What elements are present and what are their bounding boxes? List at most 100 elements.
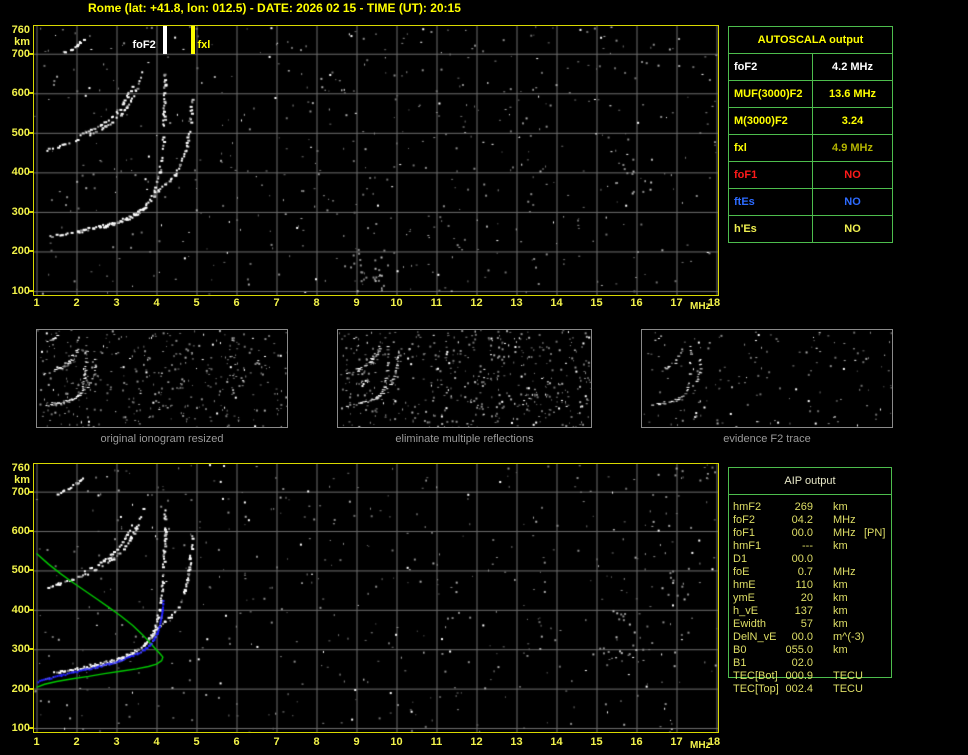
aip-row-d1: D1 00.0 bbox=[733, 553, 893, 566]
x-tick-label: 14 bbox=[550, 297, 563, 309]
x-tick-label: 15 bbox=[590, 297, 603, 309]
aip-param-value: 137 bbox=[794, 605, 813, 617]
y-tick-label: 700 bbox=[11, 485, 30, 498]
aip-param-extra: [PN] bbox=[864, 527, 886, 539]
y-axis-tick bbox=[29, 131, 33, 134]
aip-param-value: 269 bbox=[794, 501, 813, 513]
autoscala-param-label: h'Es bbox=[729, 216, 813, 242]
aip-param-value: 00.0 bbox=[791, 631, 813, 643]
x-tick-label: 11 bbox=[430, 736, 443, 748]
y-axis-tick bbox=[29, 687, 33, 690]
aip-row-hmf1: hmF1 --- km bbox=[733, 540, 893, 553]
y-axis-unit-label: km bbox=[14, 473, 30, 486]
aip-param-label: B0 bbox=[733, 644, 747, 656]
autoscala-row-fof2: foF2 4.2 MHz bbox=[729, 54, 892, 81]
y-tick-label: 300 bbox=[11, 205, 30, 218]
thumbnail-caption-evidence: evidence F2 trace bbox=[723, 433, 811, 445]
x-tick-label: 7 bbox=[273, 736, 280, 748]
aip-param-value: 00.0 bbox=[791, 527, 813, 539]
aip-param-value: --- bbox=[802, 540, 813, 552]
autoscala-param-value: 4.2 MHz bbox=[832, 61, 873, 73]
aip-param-unit: km bbox=[833, 605, 848, 617]
autoscala-param-value: 3.24 bbox=[841, 115, 864, 127]
aip-param-unit: km bbox=[833, 501, 848, 513]
y-tick-label: 200 bbox=[11, 682, 30, 695]
aip-param-label: Ewidth bbox=[733, 618, 767, 630]
aip-param-label: hmF2 bbox=[733, 501, 762, 513]
x-tick-label: 3 bbox=[113, 736, 120, 748]
top-ionogram-plot: foF2 fxl bbox=[33, 25, 719, 296]
autoscala-param-label: foF1 bbox=[729, 162, 813, 188]
x-tick-label: 6 bbox=[233, 297, 240, 309]
aip-param-unit: km bbox=[833, 579, 848, 591]
x-axis-unit-label: MHz bbox=[690, 301, 711, 312]
aip-param-unit: MHz bbox=[833, 527, 856, 539]
bottom-ionogram-plot bbox=[33, 463, 719, 733]
thumbnail-caption-eliminate: eliminate multiple reflections bbox=[395, 433, 534, 445]
x-tick-label: 2 bbox=[73, 736, 80, 748]
aip-param-value: 055.0 bbox=[785, 644, 813, 656]
aip-param-unit: MHz bbox=[833, 514, 856, 526]
aip-param-value: 0.7 bbox=[797, 566, 813, 578]
y-axis-tick bbox=[29, 608, 33, 611]
aip-param-unit: m^(-3) bbox=[833, 631, 865, 643]
x-tick-label: 7 bbox=[273, 297, 280, 309]
aip-param-label: foE bbox=[733, 566, 750, 578]
autoscala-row-h-es: h'Es NO bbox=[729, 216, 892, 242]
y-axis-tick bbox=[29, 727, 33, 729]
aip-param-label: TEC[Bot] bbox=[733, 670, 778, 682]
aip-param-unit: TECU bbox=[833, 683, 863, 695]
x-tick-label: 4 bbox=[153, 297, 160, 309]
y-axis-tick bbox=[29, 52, 33, 55]
aip-param-value: 20 bbox=[800, 592, 813, 604]
autoscala-row-m-3000-f2: M(3000)F2 3.24 bbox=[729, 108, 892, 135]
y-axis-tick bbox=[29, 569, 33, 572]
bottom-ionogram-canvas bbox=[34, 464, 718, 732]
x-tick-label: 5 bbox=[193, 297, 200, 309]
aip-row-h-ve: h_vE 137 km bbox=[733, 605, 893, 618]
autoscala-param-value: NO bbox=[844, 169, 861, 181]
y-axis-tick bbox=[29, 490, 33, 493]
aip-row-foe: foE 0.7 MHz bbox=[733, 566, 893, 579]
aip-param-value: 02.0 bbox=[791, 657, 813, 669]
y-tick-label: 700 bbox=[11, 47, 30, 60]
aip-param-unit: km bbox=[833, 540, 848, 552]
thumbnail-original-canvas bbox=[37, 330, 287, 427]
autoscala-table-header: AUTOSCALA output bbox=[729, 27, 892, 54]
aip-row-tec-bot-: TEC[Bot] 000.9 TECU bbox=[733, 670, 893, 683]
aip-table-header: AIP output bbox=[729, 468, 891, 495]
y-axis-tick bbox=[29, 648, 33, 651]
x-tick-label: 14 bbox=[550, 736, 563, 748]
aip-param-value: 00.0 bbox=[791, 553, 813, 565]
y-tick-label: 600 bbox=[11, 87, 30, 100]
y-axis-tick bbox=[29, 210, 33, 213]
x-tick-label: 17 bbox=[670, 736, 683, 748]
y-axis-tick bbox=[29, 171, 33, 174]
x-tick-label: 8 bbox=[313, 297, 320, 309]
x-tick-label: 1 bbox=[33, 736, 40, 748]
aip-row-hmf2: hmF2 269 km bbox=[733, 501, 893, 514]
aip-param-unit: MHz bbox=[833, 566, 856, 578]
x-tick-label: 11 bbox=[430, 297, 443, 309]
y-tick-label: 400 bbox=[11, 166, 30, 179]
aip-param-value: 57 bbox=[800, 618, 813, 630]
autoscala-row-fof1: foF1 NO bbox=[729, 162, 892, 189]
x-tick-label: 16 bbox=[630, 736, 643, 748]
autoscala-param-label: MUF(3000)F2 bbox=[729, 81, 813, 107]
x-tick-label: 9 bbox=[353, 297, 360, 309]
x-tick-label: 5 bbox=[193, 736, 200, 748]
aip-param-label: h_vE bbox=[733, 605, 759, 617]
x-tick-label: 12 bbox=[470, 297, 483, 309]
y-tick-label: 100 bbox=[11, 285, 30, 297]
y-tick-label: 600 bbox=[11, 525, 30, 537]
x-tick-label: 2 bbox=[73, 297, 80, 309]
autoscala-param-value: NO bbox=[844, 223, 861, 235]
aip-param-unit: km bbox=[833, 644, 848, 656]
y-axis-unit-label: km bbox=[14, 35, 30, 48]
x-tick-label: 4 bbox=[153, 736, 160, 748]
aip-param-value: 04.2 bbox=[791, 514, 813, 526]
aip-param-label: ymE bbox=[733, 592, 755, 604]
page-title: Rome (lat: +41.8, lon: 012.5) - DATE: 20… bbox=[88, 1, 461, 15]
autoscala-param-value: 13.6 MHz bbox=[828, 88, 877, 100]
x-tick-label: 10 bbox=[390, 297, 403, 309]
